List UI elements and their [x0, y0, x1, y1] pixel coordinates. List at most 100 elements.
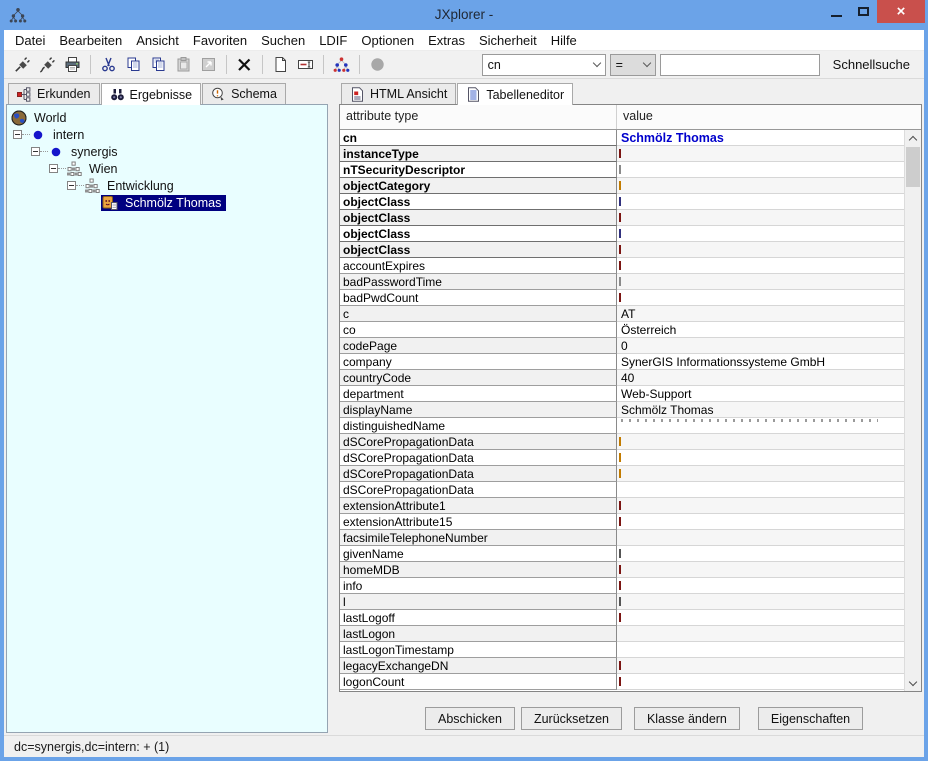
attribute-type-cell[interactable]: nTSecurityDescriptor	[340, 162, 617, 178]
cut-icon[interactable]	[96, 53, 121, 76]
value-cell[interactable]	[617, 178, 904, 194]
search-attribute-select[interactable]: cn	[482, 54, 606, 76]
attribute-type-cell[interactable]: dSCorePropagationData	[340, 482, 617, 498]
attribute-type-cell[interactable]: objectClass	[340, 242, 617, 258]
attribute-type-cell[interactable]: extensionAttribute1	[340, 498, 617, 514]
attribute-type-cell[interactable]: c	[340, 306, 617, 322]
tree-node-schm-lz-thomas[interactable]: Schmölz Thomas	[7, 194, 327, 211]
connect-icon[interactable]	[10, 53, 35, 76]
value-cell[interactable]: 40	[617, 370, 904, 386]
value-cell[interactable]: 0	[617, 338, 904, 354]
attribute-type-cell[interactable]: dSCorePropagationData	[340, 466, 617, 482]
copy-icon[interactable]	[121, 53, 146, 76]
disconnect-icon[interactable]	[35, 53, 60, 76]
search-operator-select[interactable]: =	[610, 54, 656, 76]
value-cell[interactable]	[617, 514, 904, 530]
scrollbar-thumb[interactable]	[906, 147, 920, 187]
value-cell[interactable]	[617, 642, 904, 658]
value-cell[interactable]	[617, 562, 904, 578]
submit-button[interactable]: Abschicken	[425, 707, 515, 730]
attribute-type-cell[interactable]: facsimileTelephoneNumber	[340, 530, 617, 546]
vertical-scrollbar[interactable]	[904, 130, 921, 691]
attribute-type-cell[interactable]: badPwdCount	[340, 290, 617, 306]
value-cell[interactable]	[617, 146, 904, 162]
maximize-button[interactable]	[850, 0, 877, 23]
attribute-type-cell[interactable]: codePage	[340, 338, 617, 354]
attribute-type-cell[interactable]: givenName	[340, 546, 617, 562]
attribute-type-cell[interactable]: instanceType	[340, 146, 617, 162]
value-cell[interactable]	[617, 546, 904, 562]
attribute-type-cell[interactable]: dSCorePropagationData	[340, 434, 617, 450]
value-cell[interactable]	[617, 194, 904, 210]
value-cell[interactable]	[617, 530, 904, 546]
value-cell[interactable]	[617, 434, 904, 450]
attribute-type-cell[interactable]: objectClass	[340, 194, 617, 210]
print-icon[interactable]	[60, 53, 85, 76]
value-cell[interactable]: Österreich	[617, 322, 904, 338]
value-cell[interactable]	[617, 658, 904, 674]
attribute-type-cell[interactable]: dSCorePropagationData	[340, 450, 617, 466]
attribute-type-cell[interactable]: cn	[340, 130, 617, 146]
value-cell[interactable]	[617, 418, 904, 434]
value-cell[interactable]: Schmölz Thomas	[617, 130, 904, 146]
attribute-type-cell[interactable]: objectCategory	[340, 178, 617, 194]
attribute-type-cell[interactable]: extensionAttribute15	[340, 514, 617, 530]
close-button[interactable]: ×	[877, 0, 925, 23]
menu-optionen[interactable]: Optionen	[354, 30, 421, 51]
attribute-type-cell[interactable]: lastLogoff	[340, 610, 617, 626]
attribute-type-cell[interactable]: legacyExchangeDN	[340, 658, 617, 674]
tree-node-entwicklung[interactable]: Entwicklung	[7, 177, 327, 194]
copy-dn-icon[interactable]	[146, 53, 171, 76]
change-class-button[interactable]: Klasse ändern	[634, 707, 740, 730]
attribute-type-cell[interactable]: info	[340, 578, 617, 594]
tab-erkunden[interactable]: Erkunden	[8, 83, 100, 104]
tree-node-world[interactable]: World	[7, 109, 327, 126]
value-cell[interactable]	[617, 210, 904, 226]
value-cell[interactable]	[617, 626, 904, 642]
menu-favoriten[interactable]: Favoriten	[186, 30, 254, 51]
expand-toggle-icon[interactable]	[31, 147, 40, 156]
attribute-type-cell[interactable]: objectClass	[340, 226, 617, 242]
expand-toggle-icon[interactable]	[13, 130, 22, 139]
value-cell[interactable]	[617, 258, 904, 274]
tree-node-intern[interactable]: intern	[7, 126, 327, 143]
menu-suchen[interactable]: Suchen	[254, 30, 312, 51]
value-cell[interactable]: SynerGIS Informationssysteme GmbH	[617, 354, 904, 370]
scroll-up-icon[interactable]	[905, 130, 921, 146]
expand-toggle-icon[interactable]	[49, 164, 58, 173]
value-cell[interactable]	[617, 594, 904, 610]
menu-ansicht[interactable]: Ansicht	[129, 30, 186, 51]
menu-extras[interactable]: Extras	[421, 30, 472, 51]
attribute-type-cell[interactable]: homeMDB	[340, 562, 617, 578]
value-cell[interactable]	[617, 610, 904, 626]
value-cell[interactable]: AT	[617, 306, 904, 322]
value-cell[interactable]	[617, 290, 904, 306]
value-cell[interactable]	[617, 498, 904, 514]
tab-ergebnisse[interactable]: Ergebnisse	[101, 83, 202, 105]
attribute-type-cell[interactable]: displayName	[340, 402, 617, 418]
tab-html-ansicht[interactable]: HTML Ansicht	[341, 83, 456, 104]
value-cell[interactable]	[617, 274, 904, 290]
value-cell[interactable]: Schmölz Thomas	[617, 402, 904, 418]
attribute-type-cell[interactable]: accountExpires	[340, 258, 617, 274]
new-entry-icon[interactable]	[268, 53, 293, 76]
menu-datei[interactable]: Datei	[8, 30, 52, 51]
menu-sicherheit[interactable]: Sicherheit	[472, 30, 544, 51]
rename-icon[interactable]	[293, 53, 318, 76]
menu-bearbeiten[interactable]: Bearbeiten	[52, 30, 129, 51]
value-cell[interactable]	[617, 226, 904, 242]
minimize-button[interactable]	[823, 0, 850, 23]
value-cell[interactable]	[617, 578, 904, 594]
quick-search-input[interactable]	[660, 54, 820, 76]
quick-search-button[interactable]: Schnellsuche	[833, 57, 910, 72]
attribute-type-cell[interactable]: l	[340, 594, 617, 610]
value-cell[interactable]	[617, 450, 904, 466]
attribute-type-cell[interactable]: lastLogonTimestamp	[340, 642, 617, 658]
attribute-type-cell[interactable]: countryCode	[340, 370, 617, 386]
menu-ldif[interactable]: LDIF	[312, 30, 354, 51]
value-cell[interactable]	[617, 466, 904, 482]
value-cell[interactable]	[617, 482, 904, 498]
value-cell[interactable]	[617, 162, 904, 178]
attribute-type-cell[interactable]: logonCount	[340, 674, 617, 690]
attribute-type-cell[interactable]: badPasswordTime	[340, 274, 617, 290]
